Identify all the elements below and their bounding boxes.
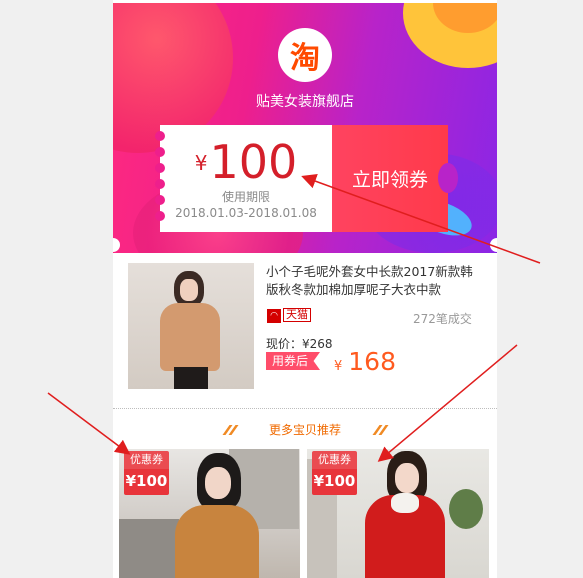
- final-price: ¥168: [334, 347, 396, 376]
- coupon-tag: 优惠券 ¥100: [124, 451, 169, 495]
- coupon-amount: ¥100: [160, 135, 332, 189]
- coupon-currency: ¥: [194, 151, 208, 175]
- coupon-tag-amount: ¥100: [313, 472, 356, 490]
- model-face: [395, 463, 419, 493]
- coupon-tag-label: 优惠券: [124, 451, 169, 469]
- current-price: 现价：¥268: [266, 337, 333, 351]
- claim-coupon-label: 立即领券: [351, 169, 428, 191]
- final-price-currency: ¥: [334, 359, 343, 374]
- recommend-title: 更多宝贝推荐: [268, 423, 341, 437]
- plant-decor: [449, 489, 483, 529]
- coupon-tag-amount: ¥100: [125, 472, 168, 490]
- banner-notch: [490, 238, 497, 252]
- coupon-page: 淘 贴美女装旗舰店 ¥100 使用期限 2018.01.03-2018.01.0…: [113, 0, 497, 578]
- model-coat: [175, 505, 259, 578]
- model-face: [205, 467, 231, 499]
- sales-count: 272笔成交: [413, 312, 472, 326]
- store-type-badge: 天猫: [283, 308, 311, 322]
- shop-banner: 淘 贴美女装旗舰店 ¥100 使用期限 2018.01.03-2018.01.0…: [113, 3, 497, 253]
- section-divider: [113, 408, 497, 409]
- final-price-value: 168: [348, 347, 396, 376]
- coupon-amount-value: 100: [209, 135, 298, 189]
- model-legs: [174, 367, 208, 389]
- model-face: [180, 279, 198, 301]
- recommend-card[interactable]: 优惠券 ¥100: [119, 449, 300, 578]
- shop-name: 贴美女装旗舰店: [256, 94, 354, 110]
- coupon-value-panel: ¥100 使用期限 2018.01.03-2018.01.08: [155, 125, 332, 232]
- product-title[interactable]: 小个子毛呢外套女中长款2017新款韩版秋冬款加棉加厚呢子大衣中款: [266, 263, 480, 299]
- slash-decor-icon: [372, 425, 389, 435]
- validity-label: 使用期限: [221, 190, 270, 204]
- background-building: [119, 519, 179, 578]
- after-coupon-badge: 用券后: [266, 352, 321, 370]
- taobao-logo-icon: 淘: [278, 28, 332, 82]
- claim-coupon-button[interactable]: 立即领券: [332, 125, 458, 232]
- coupon-tag: 优惠券 ¥100: [312, 451, 357, 495]
- tmall-icon: ◠: [267, 309, 281, 323]
- product-image[interactable]: [128, 263, 254, 389]
- validity-dates: 2018.01.03-2018.01.08: [175, 206, 317, 220]
- coupon-tag-label: 优惠券: [312, 451, 357, 469]
- model-scarf: [391, 493, 419, 513]
- recommend-card[interactable]: 优惠券 ¥100: [307, 449, 489, 578]
- model-coat: [160, 303, 220, 371]
